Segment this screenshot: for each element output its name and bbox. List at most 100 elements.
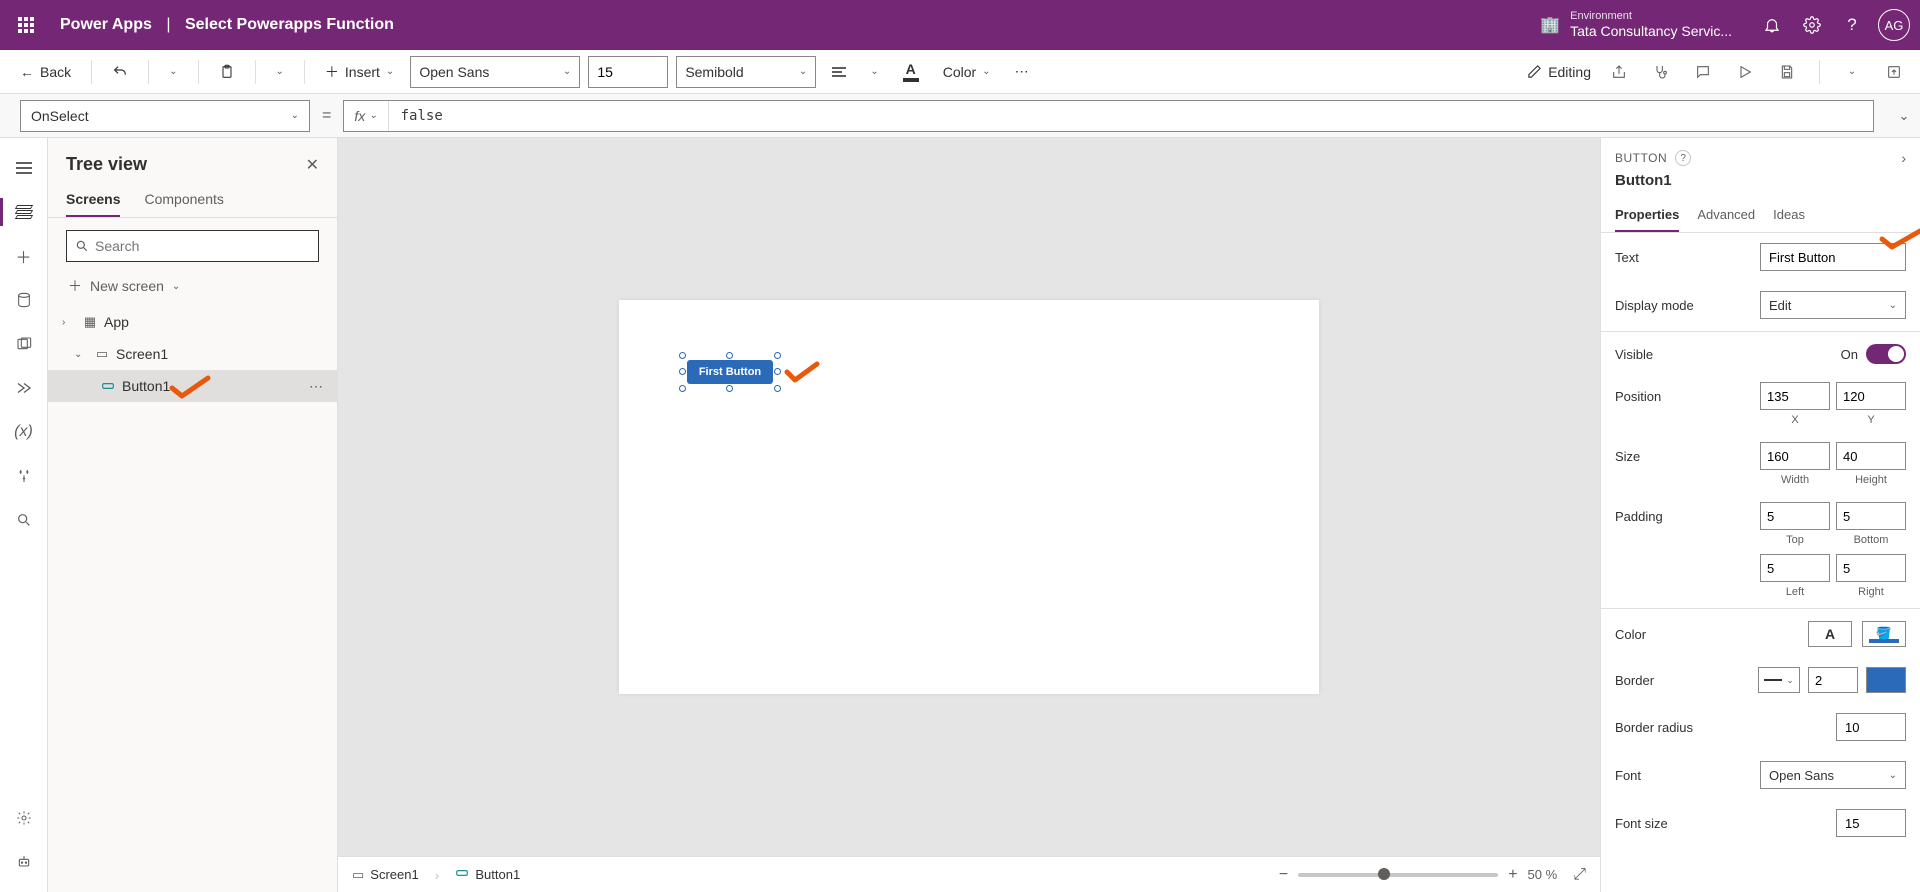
chevron-down-icon: ⌄ xyxy=(982,66,990,77)
canvas-stage[interactable]: First Button xyxy=(338,138,1600,856)
padding-bottom-input[interactable] xyxy=(1836,502,1906,530)
expand-formula-bar[interactable]: ⌄ xyxy=(1888,108,1920,124)
tab-ideas[interactable]: Ideas xyxy=(1773,199,1805,232)
tab-screens[interactable]: Screens xyxy=(66,183,120,217)
border-width-input[interactable] xyxy=(1808,667,1858,693)
border-color-button[interactable] xyxy=(1866,667,1906,693)
variables-nav[interactable]: (x) xyxy=(4,412,44,452)
variable-icon: (x) xyxy=(14,423,33,441)
font-size-prop-input[interactable] xyxy=(1836,809,1906,837)
breadcrumb-screen[interactable]: ▭ Screen1 xyxy=(352,867,419,883)
text-input[interactable] xyxy=(1760,243,1906,271)
chevron-down-icon: ⌄ xyxy=(870,66,878,77)
insert-nav[interactable]: ＋ xyxy=(4,236,44,276)
visible-value: On xyxy=(1841,347,1858,362)
collapse-icon[interactable]: ⌄ xyxy=(74,349,88,360)
fill-color-button[interactable]: 🪣 xyxy=(1862,621,1906,647)
help-icon[interactable]: ? xyxy=(1675,150,1691,166)
width-input[interactable] xyxy=(1760,442,1830,470)
fit-to-window[interactable]: ⤢ xyxy=(1573,866,1586,884)
advanced-tools-nav[interactable] xyxy=(4,456,44,496)
position-y-input[interactable] xyxy=(1836,382,1906,410)
formula-input-container: fx ⌄ xyxy=(343,100,1874,132)
hamburger-menu[interactable] xyxy=(4,148,44,188)
undo-split[interactable]: ⌄ xyxy=(161,62,185,81)
undo-button[interactable] xyxy=(104,60,136,84)
tab-properties[interactable]: Properties xyxy=(1615,199,1679,232)
color-label-button[interactable]: Color ⌄ xyxy=(935,60,999,84)
environment-picker[interactable]: 🏢 Environment Tata Consultancy Servic... xyxy=(1540,10,1732,40)
fx-label[interactable]: fx ⌄ xyxy=(344,101,388,131)
settings-nav[interactable] xyxy=(4,798,44,838)
text-color-button[interactable]: A xyxy=(1808,621,1852,647)
expand-icon[interactable]: › xyxy=(62,317,76,328)
tree-view-nav[interactable] xyxy=(4,192,44,232)
virtual-agent-nav[interactable] xyxy=(4,842,44,882)
formula-input[interactable] xyxy=(389,101,1873,131)
font-family-dropdown[interactable]: Open Sans ⌄ xyxy=(410,56,580,88)
ellipsis-icon: ⋯ xyxy=(1015,63,1029,80)
padding-top-input[interactable] xyxy=(1760,502,1830,530)
border-radius-input[interactable] xyxy=(1836,713,1906,741)
paste-button[interactable] xyxy=(211,60,243,84)
more-commands[interactable]: ⋯ xyxy=(1007,59,1037,84)
selection-handles[interactable] xyxy=(683,356,777,388)
tree-item-screen1[interactable]: ⌄ ▭ Screen1 xyxy=(48,338,337,370)
paste-split[interactable]: ⌄ xyxy=(268,62,292,81)
tree-item-app[interactable]: › ▦ App xyxy=(48,306,337,338)
power-automate-nav[interactable] xyxy=(4,368,44,408)
save-button[interactable] xyxy=(1773,58,1801,86)
editing-mode-button[interactable]: Editing xyxy=(1527,64,1591,80)
display-mode-dropdown[interactable]: Edit ⌄ xyxy=(1760,291,1906,319)
tree-view-panel: Tree view ✕ Screens Components ＋ New scr… xyxy=(48,138,338,892)
tree-item-button1[interactable]: Button1 ⋯ xyxy=(48,370,337,402)
font-color-button[interactable]: A xyxy=(895,57,927,86)
app-launcher[interactable] xyxy=(10,9,42,41)
search-nav[interactable] xyxy=(4,500,44,540)
height-input[interactable] xyxy=(1836,442,1906,470)
close-tree-view[interactable]: ✕ xyxy=(306,155,319,175)
zoom-in[interactable]: + xyxy=(1508,866,1517,884)
tab-advanced[interactable]: Advanced xyxy=(1697,199,1755,232)
control-name[interactable]: Button1 xyxy=(1601,172,1920,199)
padding-right-input[interactable] xyxy=(1836,554,1906,582)
preview-button[interactable] xyxy=(1731,58,1759,86)
canvas-button-control[interactable]: First Button xyxy=(687,360,773,384)
new-screen-button[interactable]: ＋ New screen ⌄ xyxy=(48,270,337,302)
zoom-slider[interactable] xyxy=(1298,873,1498,877)
tree-search-box[interactable] xyxy=(66,230,319,262)
font-size-input[interactable] xyxy=(588,56,668,88)
tree-search-input[interactable] xyxy=(95,238,310,254)
app-checker-button[interactable] xyxy=(1647,58,1675,86)
align-split[interactable]: ⌄ xyxy=(862,62,886,81)
save-split[interactable]: ⌄ xyxy=(1838,58,1866,86)
comments-button[interactable] xyxy=(1689,58,1717,86)
font-weight-dropdown[interactable]: Semibold ⌄ xyxy=(676,56,816,88)
tree-item-more[interactable]: ⋯ xyxy=(303,378,329,395)
insert-button[interactable]: ＋ Insert ⌄ xyxy=(317,58,402,86)
help-button[interactable]: ? xyxy=(1832,5,1872,45)
font-dropdown[interactable]: Open Sans ⌄ xyxy=(1760,761,1906,789)
breadcrumb-control[interactable]: Button1 xyxy=(455,866,520,883)
visible-toggle[interactable] xyxy=(1866,344,1906,364)
zoom-out[interactable]: − xyxy=(1279,866,1288,884)
screen-surface[interactable]: First Button xyxy=(619,300,1319,694)
user-avatar[interactable]: AG xyxy=(1878,9,1910,41)
back-button[interactable]: ← Back xyxy=(12,60,79,84)
property-selector[interactable]: OnSelect ⌄ xyxy=(20,100,310,132)
data-nav[interactable] xyxy=(4,280,44,320)
settings-button[interactable] xyxy=(1792,5,1832,45)
media-nav[interactable] xyxy=(4,324,44,364)
align-button[interactable] xyxy=(824,63,854,81)
publish-button[interactable] xyxy=(1880,58,1908,86)
border-label: Border xyxy=(1615,673,1750,688)
position-x-input[interactable] xyxy=(1760,382,1830,410)
tab-components[interactable]: Components xyxy=(144,183,223,217)
share-button[interactable] xyxy=(1605,58,1633,86)
notifications-button[interactable] xyxy=(1752,5,1792,45)
collapse-panel[interactable]: › xyxy=(1901,150,1906,166)
border-style-dropdown[interactable]: ⌄ xyxy=(1758,667,1800,693)
padding-left-input[interactable] xyxy=(1760,554,1830,582)
breadcrumb-screen-label: Screen1 xyxy=(370,867,418,882)
insert-label: Insert xyxy=(345,64,380,80)
